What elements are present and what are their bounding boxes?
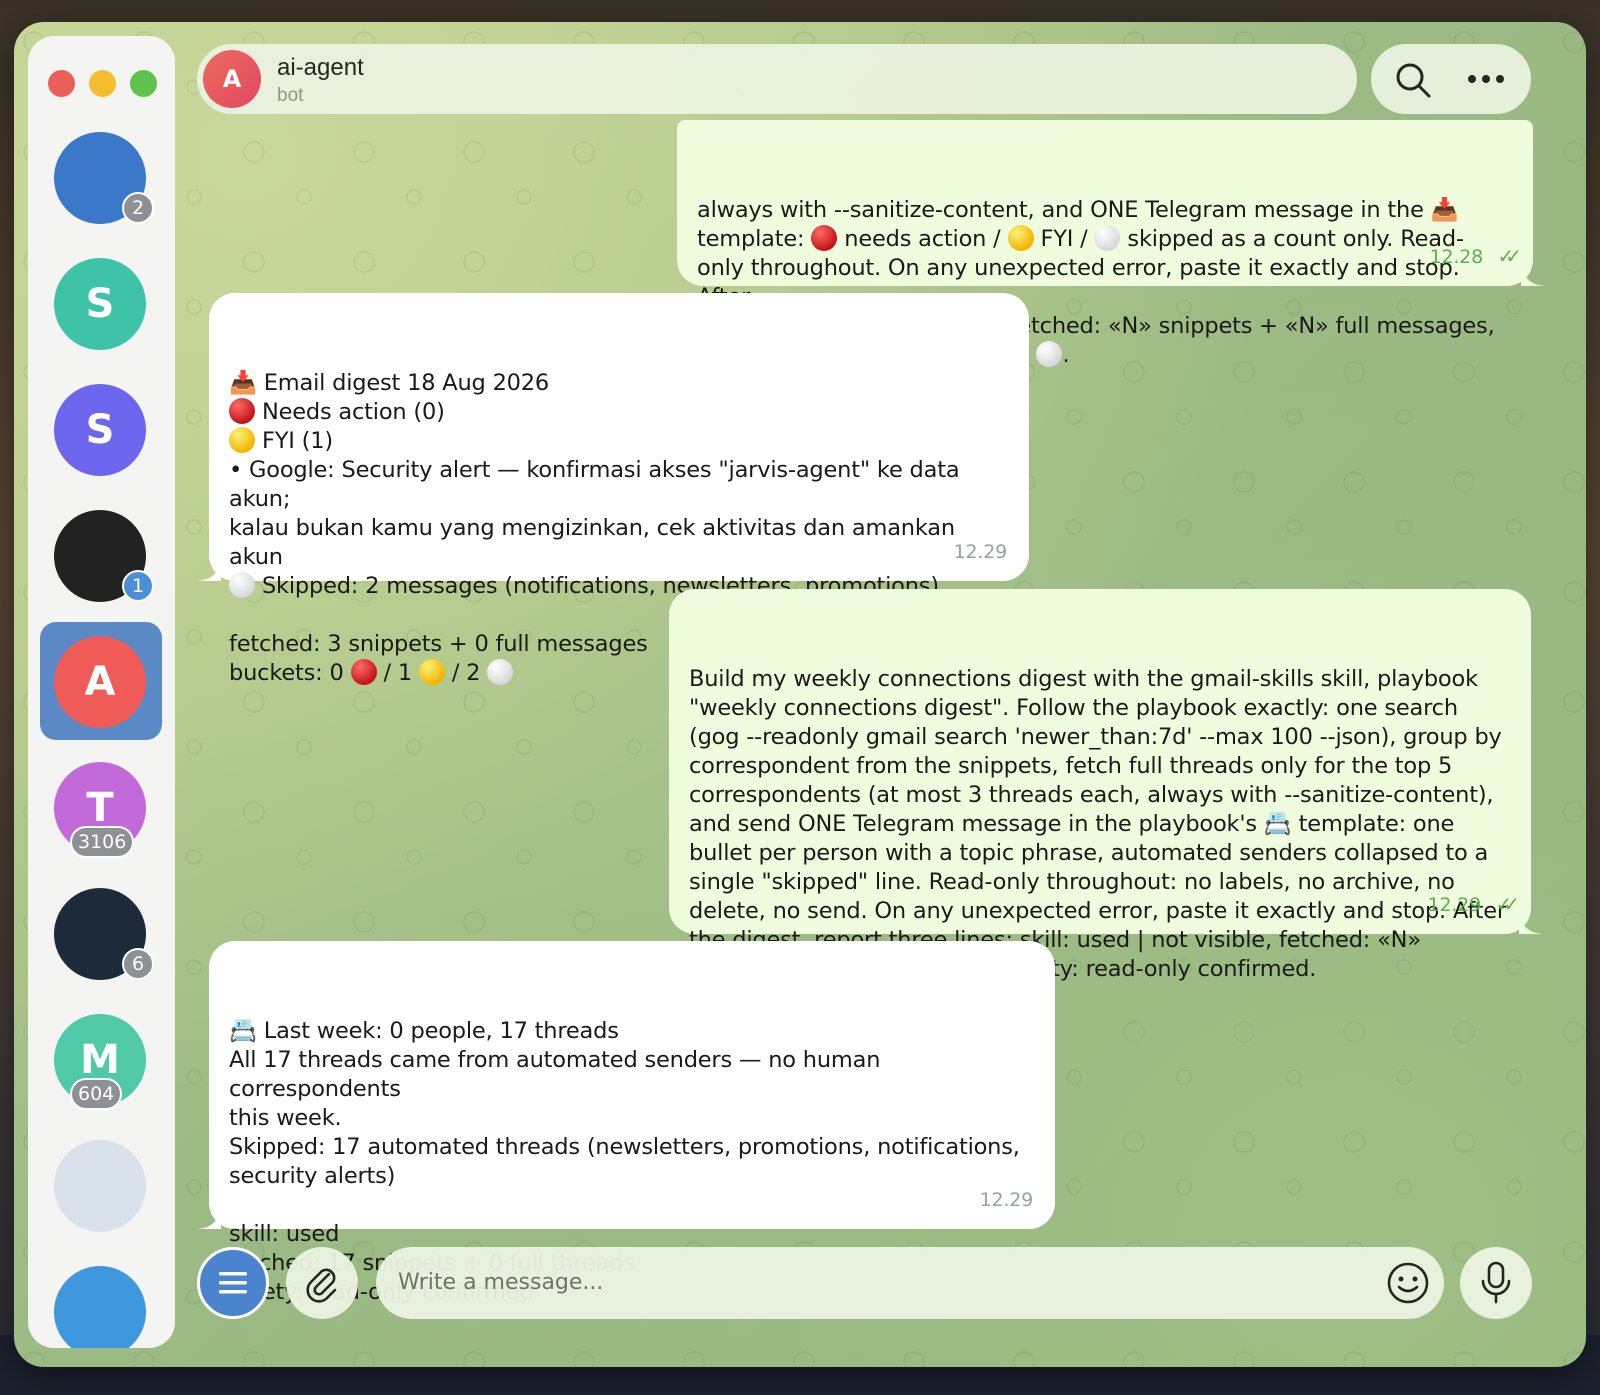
message-line: correspondent from the snippets, fetch f… <box>689 753 1453 779</box>
message-line: "weekly connections digest". Follow the … <box>689 695 1458 721</box>
message-line: Build my weekly connections digest with … <box>689 666 1478 692</box>
message-line: always with --sanitize-content, and ONE … <box>697 197 1459 223</box>
sidebar-chat-item[interactable]: S <box>40 244 162 362</box>
message-time: 12.29 <box>1427 894 1482 916</box>
message-line: kalau bukan kamu yang mengizinkan, cek a… <box>229 515 962 570</box>
message-line: skill: used <box>229 1221 340 1247</box>
message-line: single "skipped" line. Read-only through… <box>689 869 1455 895</box>
unread-count-badge: 2 <box>122 192 154 224</box>
minimize-window-button[interactable] <box>89 70 116 97</box>
sidebar-chat-item[interactable]: M 604 <box>40 1000 162 1118</box>
emoji-circle-icon <box>229 572 255 598</box>
message-time: 12.29 <box>979 1189 1034 1211</box>
emoji-circle-icon <box>1036 341 1063 367</box>
message-line: security alerts) <box>229 1163 396 1189</box>
sidebar-chat-item[interactable] <box>40 1252 162 1348</box>
message-line: 📇 Last week: 0 people, 17 threads <box>229 1018 619 1044</box>
message-line: All 17 threads came from automated sende… <box>229 1047 888 1102</box>
sidebar-chat-item[interactable] <box>40 1126 162 1244</box>
sidebar-chat-item[interactable]: S <box>40 370 162 488</box>
message-line: template: needs action / FYI / skipped a… <box>697 225 1464 252</box>
unread-count-badge: 604 <box>70 1078 123 1110</box>
sidebar-chat-item[interactable]: 2 <box>40 118 162 236</box>
more-options-icon[interactable] <box>1466 71 1506 87</box>
emoji-circle-icon <box>418 659 445 685</box>
telegram-window: 2 S S 1 A T 3106 6 M 604 A ai-agent bot always wi… <box>14 22 1586 1367</box>
chat-subtitle: bot <box>277 85 304 106</box>
message-time: 12.28 <box>1429 246 1484 268</box>
microphone-icon <box>1481 1261 1511 1304</box>
emoji-circle-icon <box>350 659 377 685</box>
message-line <box>229 1191 1035 1220</box>
message-line: delete, no send. On any unexpected error… <box>689 898 1506 924</box>
message-line: FYI (1) <box>229 427 1009 456</box>
sidebar-chat-item[interactable]: T 3106 <box>40 748 162 866</box>
chat-title: ai-agent <box>277 54 364 81</box>
paperclip-icon <box>306 1268 337 1303</box>
emoji-icon[interactable] <box>1386 1261 1430 1305</box>
message-line: 📥 Email digest 18 Aug 2026 <box>229 370 550 396</box>
chat-avatar: A <box>54 636 146 728</box>
read-checks-icon: ✓✓ <box>1495 892 1519 916</box>
message-line: and send ONE Telegram message in the pla… <box>689 811 1455 837</box>
chat-avatar <box>54 1266 146 1348</box>
chat-avatar <box>54 1140 146 1232</box>
chat-list-sidebar: 2 S S 1 A T 3106 6 M 604 <box>28 36 175 1348</box>
emoji-circle-icon <box>811 225 838 251</box>
emoji-circle-icon <box>229 427 255 453</box>
unread-count-badge: 3106 <box>70 826 135 858</box>
message-line: bullet per person with a topic phrase, a… <box>689 840 1489 866</box>
menu-icon <box>219 1272 247 1294</box>
message-line: (gog --readonly gmail search 'newer_than… <box>689 724 1502 750</box>
unread-count-badge: 6 <box>122 948 154 980</box>
message-line: • Google: Security alert — konfirmasi ak… <box>229 457 967 512</box>
message-input-placeholder: Write a message... <box>398 1270 604 1295</box>
unread-count-badge: 1 <box>122 570 154 602</box>
emoji-circle-icon <box>487 659 514 685</box>
message-text: Build my weekly connections digest with … <box>689 665 1511 984</box>
sidebar-chat-item[interactable]: A <box>40 622 162 740</box>
message-outgoing[interactable]: always with --sanitize-content, and ONE … <box>677 120 1543 368</box>
message-line: this week. <box>229 1105 342 1131</box>
emoji-circle-icon <box>1007 225 1034 251</box>
window-controls <box>48 70 157 97</box>
emoji-circle-icon <box>229 398 255 424</box>
message-time: 12.29 <box>953 541 1008 563</box>
close-window-button[interactable] <box>48 70 75 97</box>
search-icon[interactable] <box>1393 60 1433 100</box>
message-line: correspondents (at most 3 threads each, … <box>689 782 1494 808</box>
chat-avatar: S <box>54 384 146 476</box>
message-line: Skipped: 17 automated threads (newslette… <box>229 1134 1020 1160</box>
header-actions <box>1371 44 1531 114</box>
message-line: Needs action (0) <box>229 398 1009 427</box>
bot-menu-button[interactable] <box>197 1247 269 1319</box>
attach-button[interactable] <box>286 1247 358 1319</box>
read-checks-icon: ✓✓ <box>1497 244 1521 268</box>
chat-avatar: S <box>54 258 146 350</box>
voice-message-button[interactable] <box>1460 1247 1532 1319</box>
message-incoming[interactable]: 📥 Email digest 18 Aug 2026 Needs action … <box>199 293 1029 686</box>
message-outgoing[interactable]: Build my weekly connections digest with … <box>669 589 1541 982</box>
chat-header[interactable]: A ai-agent bot <box>197 44 1357 114</box>
chat-avatar: A <box>203 50 261 108</box>
sidebar-chat-item[interactable]: 1 <box>40 496 162 614</box>
message-incoming[interactable]: 📇 Last week: 0 people, 17 threads All 17 … <box>199 941 1055 1305</box>
zoom-window-button[interactable] <box>130 70 157 97</box>
sidebar-chat-item[interactable]: 6 <box>40 874 162 992</box>
emoji-circle-icon <box>1094 225 1121 251</box>
message-input[interactable]: Write a message... <box>376 1247 1444 1319</box>
